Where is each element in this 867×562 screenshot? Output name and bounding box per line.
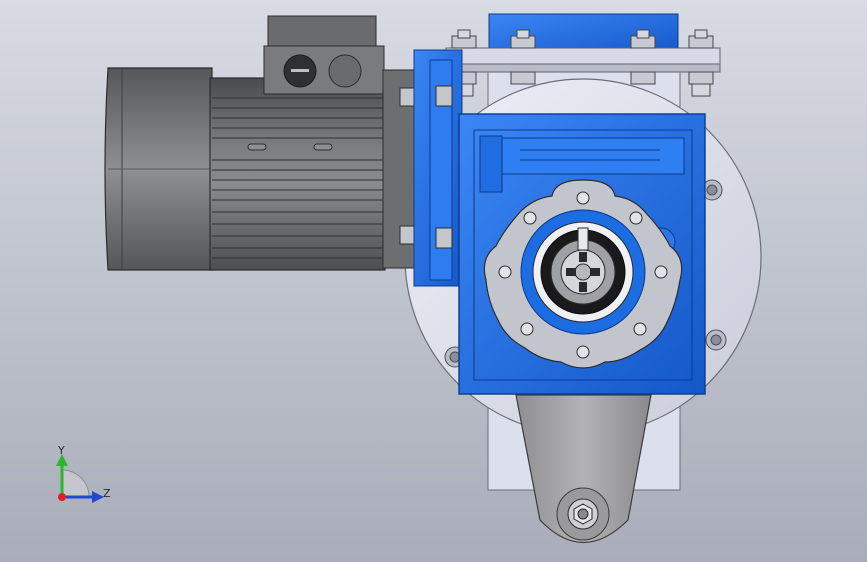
hollow-output-shaft[interactable] <box>520 209 646 335</box>
coordinate-triad: Y Z <box>56 444 111 503</box>
terminal-box[interactable] <box>263 15 385 95</box>
blue-input-flange[interactable] <box>413 49 463 287</box>
y-axis-label: Y <box>57 444 65 457</box>
cad-model-view[interactable]: Y Z <box>0 0 867 562</box>
z-axis-label: Z <box>103 487 111 500</box>
graphics-viewport[interactable]: Y Z <box>0 0 867 562</box>
x-axis-dot <box>58 493 66 501</box>
motor-body[interactable] <box>209 77 386 271</box>
torque-arm[interactable] <box>515 394 652 543</box>
motor-end-cap[interactable] <box>104 67 213 271</box>
